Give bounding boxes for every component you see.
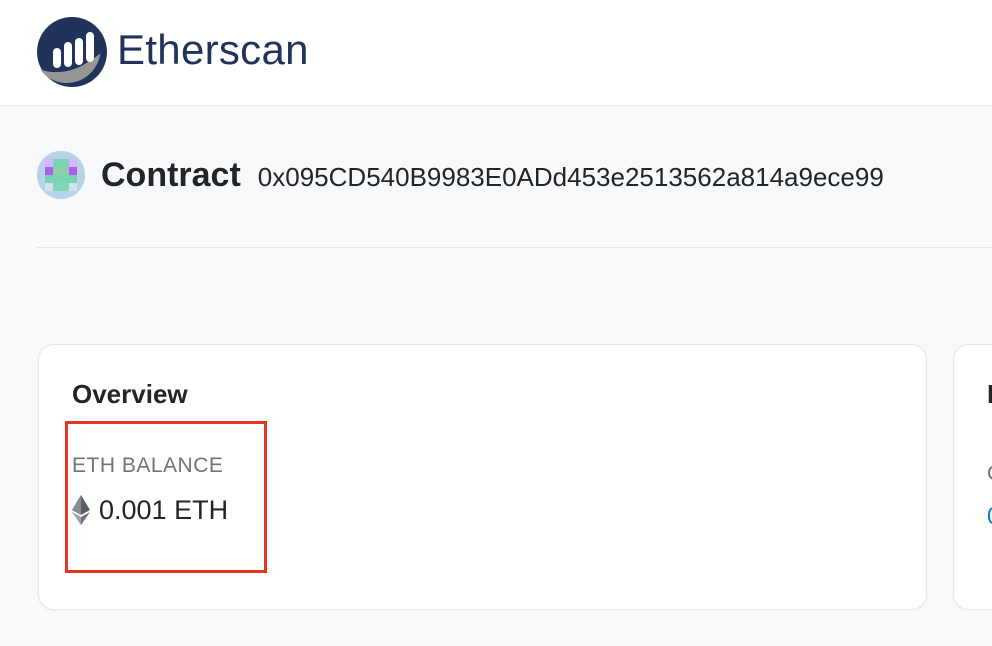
etherscan-logo-link[interactable]: Etherscan xyxy=(37,17,309,87)
overview-card: Overview ETH BALANCE 0.001 ETH xyxy=(38,344,927,610)
page-title: Contract xyxy=(101,156,241,194)
more-info-card: M C 0 xyxy=(953,344,992,610)
site-header: Etherscan xyxy=(0,0,992,106)
logo-wordmark: Etherscan xyxy=(117,26,309,73)
eth-balance-row: 0.001 ETH xyxy=(72,495,228,525)
identicon-avatar xyxy=(37,151,85,199)
title-divider xyxy=(37,247,992,248)
eth-balance-value: 0.001 ETH xyxy=(99,494,229,525)
ethereum-diamond-icon xyxy=(72,495,90,525)
more-info-link[interactable]: 0 xyxy=(987,505,992,529)
etherscan-logo-icon xyxy=(37,17,107,87)
more-info-title: M xyxy=(987,381,992,407)
contract-title-row: Contract 0x095CD540B9983E0ADd453e2513562… xyxy=(37,151,884,199)
more-info-label: C xyxy=(987,463,992,484)
eth-balance-label: ETH BALANCE xyxy=(72,454,224,477)
overview-title: Overview xyxy=(72,379,188,409)
contract-address[interactable]: 0x095CD540B9983E0ADd453e2513562a814a9ece… xyxy=(258,164,884,190)
